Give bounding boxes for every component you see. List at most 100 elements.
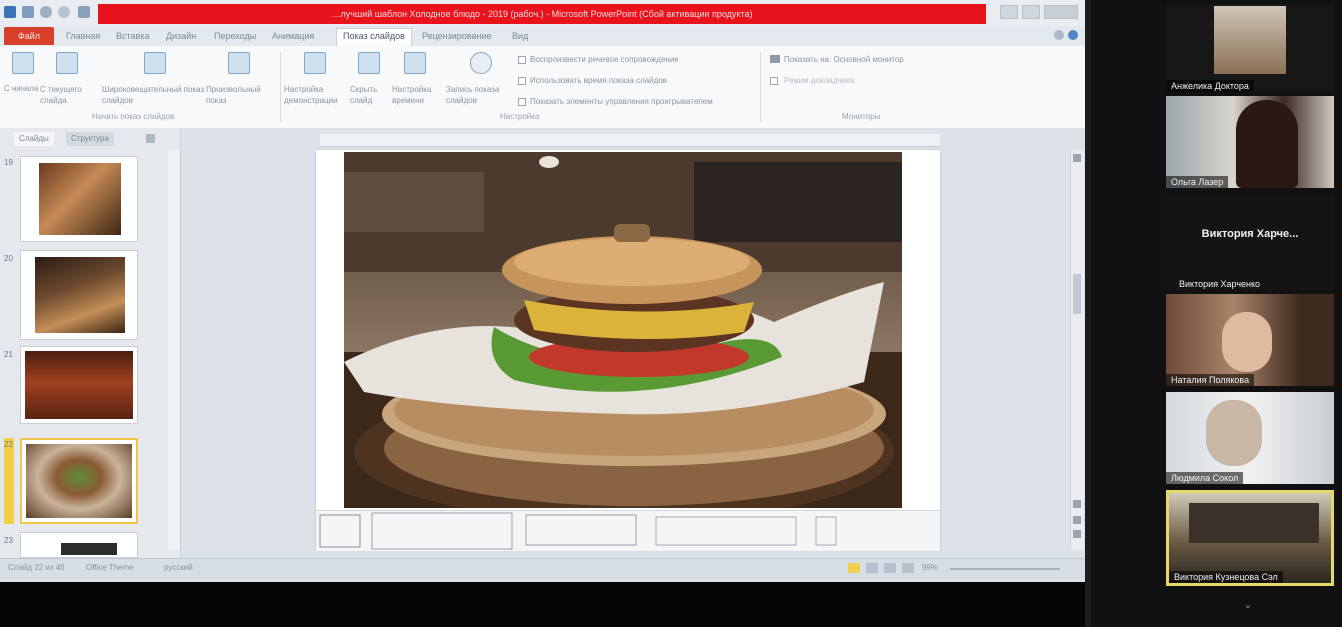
participant-tile-active-speaker[interactable]: Виктория Кузнецова Сэл xyxy=(1166,490,1334,586)
collapse-ribbon-icon[interactable] xyxy=(1054,30,1064,40)
participant-name: Наталия Полякова xyxy=(1166,374,1255,386)
slide-thumbnail[interactable] xyxy=(20,346,138,424)
app-icon xyxy=(4,6,16,18)
tab-outline[interactable]: Структура xyxy=(66,132,114,146)
previous-slide-icon[interactable] xyxy=(1073,516,1081,524)
normal-view-icon[interactable] xyxy=(848,563,860,573)
burger-photo[interactable] xyxy=(344,152,902,508)
maximize-button[interactable] xyxy=(1022,5,1040,19)
participant-tile[interactable]: Виктория Харче... xyxy=(1166,194,1334,266)
thumbnail-image xyxy=(35,257,125,333)
thumbnail-image xyxy=(25,351,133,419)
tab-transitions[interactable]: Переходы xyxy=(214,29,256,44)
scroll-thumb[interactable] xyxy=(1073,274,1081,314)
slide-thumbnail[interactable] xyxy=(20,156,138,242)
media-controls-checkbox[interactable] xyxy=(518,98,526,106)
language-indicator[interactable]: русский xyxy=(164,563,193,572)
show-on-monitor-label[interactable]: Показать на: Основной монитор xyxy=(784,55,904,64)
slide-thumbnail[interactable] xyxy=(20,532,138,558)
zoom-slider[interactable] xyxy=(950,568,1060,570)
slide-thumbnail-selected[interactable] xyxy=(20,438,138,524)
media-controls-label: Показать элементы управления проигрывате… xyxy=(530,97,713,106)
slide-number: 19 xyxy=(4,158,13,167)
slide-number: 23 xyxy=(4,536,13,545)
tab-animation[interactable]: Анимация xyxy=(272,29,314,44)
status-bar: Слайд 22 из 46 Office Theme русский 99% xyxy=(0,558,1085,579)
custom-show-icon[interactable] xyxy=(228,52,250,74)
tab-insert[interactable]: Вставка xyxy=(116,29,149,44)
close-pane-icon[interactable] xyxy=(146,134,155,143)
custom-show-label: Произвольный показ xyxy=(206,85,261,105)
broadcast-label: Широковещательный показ слайдов xyxy=(102,85,205,105)
powerpoint-window: …лучший шаблон Холодное блюдо - 2019 (ра… xyxy=(0,0,1085,582)
help-icon[interactable] xyxy=(1068,30,1078,40)
tab-design[interactable]: Дизайн xyxy=(166,29,196,44)
hide-slide-icon[interactable] xyxy=(358,52,380,74)
participant-name: Ольга Лазер xyxy=(1166,176,1229,188)
participant-tile[interactable]: Наталия Полякова xyxy=(1166,294,1334,386)
tab-review[interactable]: Рецензирование xyxy=(422,29,492,44)
reading-view-icon[interactable] xyxy=(884,563,896,573)
save-icon[interactable] xyxy=(22,6,34,18)
presenter-view-checkbox[interactable] xyxy=(770,77,778,85)
participant-tile[interactable]: Анжелика Доктора xyxy=(1166,4,1334,92)
timings-checkbox[interactable] xyxy=(518,77,526,85)
narration-checkbox[interactable] xyxy=(518,56,526,64)
slideshow-view-icon[interactable] xyxy=(902,563,914,573)
from-beginning-icon[interactable] xyxy=(12,52,34,74)
chevron-down-icon[interactable]: ⌄ xyxy=(1238,600,1258,614)
customize-qat-icon[interactable] xyxy=(78,6,90,18)
participant-tile[interactable]: Людмила Сокол xyxy=(1166,392,1334,484)
tab-file[interactable]: Файл xyxy=(4,27,54,45)
group-monitors-label: Мониторы xyxy=(842,112,881,121)
group-setup-label: Настройка xyxy=(500,112,540,121)
participant-tile[interactable]: Виктория Харченко xyxy=(1166,266,1334,290)
ribbon-tabs: Файл Главная Вставка Дизайн Переходы Ани… xyxy=(0,26,1085,47)
group-start-label: Начать показ слайдов xyxy=(92,112,175,121)
setup-show-icon[interactable] xyxy=(304,52,326,74)
redo-icon[interactable] xyxy=(58,6,70,18)
next-slide-icon[interactable] xyxy=(1073,530,1081,538)
panel-divider[interactable] xyxy=(1085,0,1091,627)
participant-video xyxy=(1214,6,1286,74)
tab-home[interactable]: Главная xyxy=(66,29,100,44)
vertical-ruler xyxy=(168,150,181,550)
participant-tile[interactable]: Ольга Лазер xyxy=(1166,96,1334,188)
screen-share-bottom-bar xyxy=(0,582,1085,627)
title-bar: …лучший шаблон Холодное блюдо - 2019 (ра… xyxy=(0,0,1085,26)
slide-number: 20 xyxy=(4,254,13,263)
participant-name: Виктория Харченко xyxy=(1179,279,1261,289)
thumbnail-image xyxy=(39,163,121,235)
rehearse-timings-icon[interactable] xyxy=(404,52,426,74)
zoom-level[interactable]: 99% xyxy=(922,563,938,572)
scroll-up-icon[interactable] xyxy=(1073,154,1081,162)
record-show-icon[interactable] xyxy=(470,52,492,74)
from-current-icon[interactable] xyxy=(56,52,78,74)
participant-name-card: Виктория Харче... xyxy=(1201,228,1299,240)
scroll-down-icon[interactable] xyxy=(1073,500,1081,508)
slide-counter: Слайд 22 из 46 xyxy=(8,563,65,572)
tab-view[interactable]: Вид xyxy=(512,29,528,44)
selected-slide-marker xyxy=(4,438,14,524)
theme-name: Office Theme xyxy=(86,563,134,572)
tab-slideshow[interactable]: Показ слайдов xyxy=(336,28,412,46)
slide-number: 22 xyxy=(4,440,13,449)
slide-thumbnail[interactable] xyxy=(20,250,138,340)
slide-sorter-icon[interactable] xyxy=(866,563,878,573)
tab-slides[interactable]: Слайды xyxy=(14,132,54,146)
slide-number: 21 xyxy=(4,350,13,359)
vertical-scrollbar[interactable] xyxy=(1070,150,1084,550)
timings-label: Использовать время показа слайдов xyxy=(530,76,668,85)
broadcast-icon[interactable] xyxy=(144,52,166,74)
notes-strip-drawing xyxy=(319,512,837,550)
close-button[interactable] xyxy=(1044,5,1078,19)
thumbnail-image xyxy=(61,543,117,555)
from-beginning-label: С начала xyxy=(4,84,39,93)
slide-thumbnails-pane: Слайды Структура 19 20 21 22 23 xyxy=(0,128,181,558)
thumbnail-image xyxy=(26,444,132,518)
group-separator xyxy=(280,52,281,122)
undo-icon[interactable] xyxy=(40,6,52,18)
narration-label: Воспроизвести речевое сопровождение xyxy=(530,55,679,64)
minimize-button[interactable] xyxy=(1000,5,1018,19)
group-separator xyxy=(760,52,761,122)
